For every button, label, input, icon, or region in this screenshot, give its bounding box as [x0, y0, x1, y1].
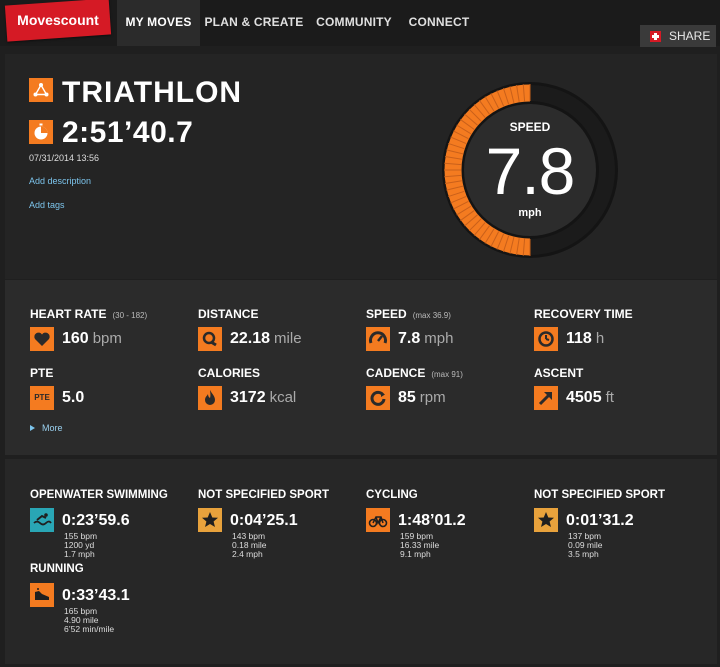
sport-duration: 0:04’25.1	[230, 512, 298, 529]
stat-value-speed: 7.8 mph	[398, 330, 454, 347]
running-shoe-icon[interactable]	[30, 583, 54, 607]
sport-stats: 159 bpm 16.33 mile 9.1 mph	[400, 531, 440, 559]
stat-label-calories: CALORIES	[198, 366, 261, 380]
cadence-icon	[366, 386, 390, 410]
share-button[interactable]: SHARE	[640, 25, 716, 47]
add-description-link[interactable]: Add description	[29, 176, 91, 186]
top-navigation: Movescount MY MOVES PLAN & CREATE COMMUN…	[0, 0, 720, 47]
gauge-label: SPEED	[509, 120, 551, 134]
nav-plan-create[interactable]: PLAN & CREATE	[203, 0, 305, 46]
sport-duration: 0:33’43.1	[62, 587, 130, 604]
activity-title: TRIATHLON	[62, 76, 243, 109]
star-icon[interactable]	[534, 508, 558, 532]
stat-label-pte: PTE	[30, 366, 54, 380]
stat-value-calories: 3172 kcal	[230, 389, 297, 406]
nav-connect[interactable]: CONNECT	[403, 0, 475, 46]
stat-label-recovery-time: RECOVERY TIME	[534, 307, 633, 321]
logo-text: Movescount	[17, 12, 99, 28]
stat-value-distance: 22.18 mile	[230, 330, 302, 347]
sport-duration: 1:48’01.2	[398, 512, 466, 529]
sport-duration: 0:23’59.6	[62, 512, 130, 529]
share-label: SHARE	[669, 29, 711, 43]
stat-label-heart-rate: HEART RATE (30 - 182)	[30, 307, 148, 321]
sport-name: CYCLING	[366, 489, 418, 501]
move-date: 07/31/2014 13:56	[29, 153, 100, 163]
stat-value-pte: 5.0	[62, 389, 85, 406]
movescount-logo[interactable]: Movescount	[4, 0, 112, 42]
sport-name: NOT SPECIFIED SPORT	[198, 489, 329, 501]
star-icon[interactable]	[198, 508, 222, 532]
expand-arrow-icon	[30, 425, 35, 431]
sport-duration: 0:01’31.2	[566, 512, 634, 529]
sport-name: RUNNING	[30, 563, 84, 575]
swimming-icon[interactable]	[30, 508, 54, 532]
distance-icon	[198, 327, 222, 351]
sport-stats: 165 bpm 4.90 mile 6’52 min/mile	[64, 606, 115, 634]
sport-name: NOT SPECIFIED SPORT	[534, 489, 665, 501]
heart-icon	[30, 327, 54, 351]
flame-icon	[198, 386, 222, 410]
more-toggle[interactable]: More	[30, 423, 63, 433]
sport-name: OPENWATER SWIMMING	[30, 489, 168, 501]
gauge-value: 7.8	[485, 134, 576, 208]
bicycle-icon[interactable]	[366, 508, 390, 532]
pte-icon-text: PTE	[34, 393, 50, 402]
triathlon-icon	[29, 78, 53, 102]
sport-stats: 155 bpm 1200 yd 1.7 mph	[64, 531, 98, 559]
stat-label-speed: SPEED (max 36.9)	[366, 307, 451, 321]
stat-value-ascent: 4505 ft	[566, 389, 614, 406]
sport-stats: 143 bpm 0.18 mile 2.4 mph	[232, 531, 267, 559]
plus-icon	[650, 31, 661, 42]
gauge-unit: mph	[518, 207, 542, 219]
stat-label-distance: DISTANCE	[198, 307, 259, 321]
stat-value-heart-rate: 160 bpm	[62, 330, 122, 347]
ascent-arrow-icon	[534, 386, 558, 410]
stopwatch-icon	[29, 120, 53, 144]
recovery-icon	[534, 327, 558, 351]
pte-icon: PTE	[30, 386, 54, 410]
nav-my-moves[interactable]: MY MOVES	[117, 0, 200, 46]
nav-community[interactable]: COMMUNITY	[310, 0, 398, 46]
stat-label-cadence: CADENCE (max 91)	[366, 366, 463, 380]
stat-label-ascent: ASCENT	[534, 366, 584, 380]
add-tags-link[interactable]: Add tags	[29, 200, 65, 210]
speedometer-icon	[366, 327, 390, 351]
sport-stats: 137 bpm 0.09 mile 3.5 mph	[568, 531, 603, 559]
stat-value-cadence: 85 rpm	[398, 389, 446, 406]
stat-value-recovery-time: 118 h	[566, 330, 605, 347]
move-duration: 2:51’40.7	[62, 116, 194, 149]
speed-gauge: SPEED 7.8 mph	[440, 80, 620, 260]
